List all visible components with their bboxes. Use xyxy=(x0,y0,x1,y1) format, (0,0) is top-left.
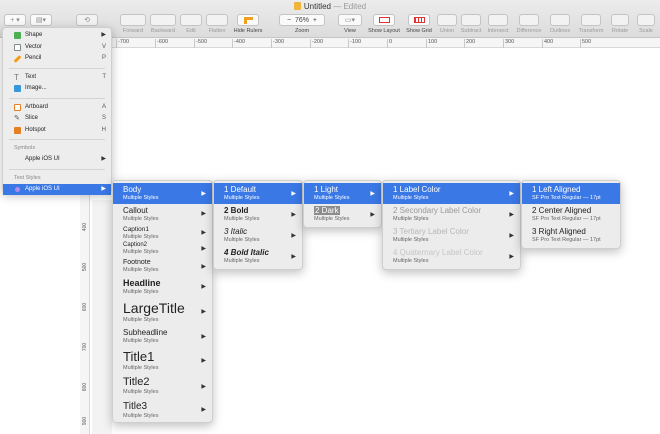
layer-button[interactable]: ▤▾ xyxy=(30,14,52,26)
menu-item-default[interactable]: 1 Default Multiple Styles ▶ xyxy=(214,183,302,204)
shape-icon xyxy=(14,32,21,39)
difference-button[interactable]: Difference xyxy=(514,14,544,34)
menu-separator xyxy=(9,168,105,170)
menu-item-shape[interactable]: Shape ▶ xyxy=(3,30,111,42)
backward-button[interactable]: Backward xyxy=(148,14,178,34)
menu-item-callout[interactable]: Callout Multiple Styles ▶ xyxy=(113,204,212,224)
symbols-header: Symbols xyxy=(14,145,36,151)
menu-item-symbols-apple-ios-ui[interactable]: Apple iOS UI ▶ xyxy=(3,154,111,166)
menu-item-quaternary-label-color[interactable]: 4 Quaternary Label Color Multiple Styles ▶ xyxy=(383,246,520,267)
menu-item-bold-italic[interactable]: 4 Bold Italic Multiple Styles ▶ xyxy=(214,246,302,267)
menu-item-italic[interactable]: 3 Italic Multiple Styles ▶ xyxy=(214,225,302,246)
menu-item-secondary-label-color[interactable]: 2 Secondary Label Color Multiple Styles ▶ xyxy=(383,204,520,225)
menu-item-footnote[interactable]: Footnote Multiple Styles ▶ xyxy=(113,257,212,276)
menu-item-hotspot[interactable]: Hotspot H xyxy=(3,125,111,137)
menu-separator xyxy=(9,97,105,99)
menu-item-light[interactable]: 1 Light Multiple Styles ▶ xyxy=(304,183,381,204)
edit-button[interactable]: Edit xyxy=(178,14,204,34)
outlines-button[interactable]: Outlines xyxy=(546,14,574,34)
insert-menu: Shape ▶ Vector V Pencil P T Text T Image... A… xyxy=(2,27,112,195)
horizontal-ruler[interactable]: -700 -600 -500 -400 -300 -200 -100 0 100… xyxy=(112,38,660,48)
menu-item-caption2[interactable]: Caption2 Multiple Styles ▶ xyxy=(113,241,212,257)
text-weight-menu: 1 Default Multiple Styles ▶ 2 Bold Multiple… xyxy=(213,180,303,270)
menu-item-headline[interactable]: Headline Multiple Styles ▶ xyxy=(113,276,212,298)
zoom-value: 76% xyxy=(294,17,309,24)
menu-item-pencil[interactable]: Pencil P xyxy=(3,53,111,65)
menu-item-body[interactable]: Body Multiple Styles ▶ xyxy=(113,183,212,204)
menu-item-artboard[interactable]: Artboard A xyxy=(3,102,111,114)
appearance-menu: 1 Light Multiple Styles ▶ 2 Dark Multiple S… xyxy=(303,180,382,228)
zoom-control[interactable]: − 76% + Zoom xyxy=(278,14,326,34)
plus-icon: + ▾ xyxy=(4,14,26,26)
slice-icon: ✎ xyxy=(14,115,20,122)
text-icon: T xyxy=(14,72,19,82)
alignment-menu: 1 Left Aligned SF Pro Text Regular — 17pt… xyxy=(521,180,621,249)
ruler-icon xyxy=(237,14,259,26)
subtract-button[interactable]: Subtract xyxy=(458,14,484,34)
flatten-button[interactable]: Flatten xyxy=(204,14,230,34)
menu-item-largetitle[interactable]: LargeTitle Multiple Styles ▶ xyxy=(113,298,212,326)
view-button[interactable]: ▭▾ View xyxy=(338,14,362,34)
pencil-icon xyxy=(13,55,22,63)
transform-button[interactable]: Transform xyxy=(576,14,606,34)
show-grid-button[interactable]: Show Grid xyxy=(404,14,434,34)
menu-item-label-color[interactable]: 1 Label Color Multiple Styles ▶ xyxy=(383,183,520,204)
image-icon xyxy=(14,85,21,92)
menu-item-center-aligned[interactable]: 2 Center Aligned SF Pro Text Regular — 17… xyxy=(522,204,620,225)
vertical-ruler[interactable]: 400 500 600 700 800 900 xyxy=(80,180,90,434)
menu-item-left-aligned[interactable]: 1 Left Aligned SF Pro Text Regular — 17pt xyxy=(522,183,620,204)
forward-button[interactable]: Forward xyxy=(118,14,148,34)
hide-rulers-button[interactable]: Hide Rulers xyxy=(230,14,266,34)
menu-separator xyxy=(9,67,105,69)
zoom-out-button[interactable]: − xyxy=(287,17,291,24)
menu-item-dark[interactable]: 2 Dark Multiple Styles ▶ xyxy=(304,204,381,225)
window-title: Untitled — Edited xyxy=(0,2,660,11)
menu-item-caption1[interactable]: Caption1 Multiple Styles ▶ xyxy=(113,224,212,241)
zoom-in-button[interactable]: + xyxy=(313,17,317,24)
text-styles-header: Text Styles xyxy=(14,174,41,181)
layers-icon: ▤▾ xyxy=(30,14,52,26)
menu-item-bold[interactable]: 2 Bold Multiple Styles ▶ xyxy=(214,204,302,225)
menu-item-text-styles-apple-ios-ui[interactable]: Apple iOS UI ▶ xyxy=(3,183,111,195)
rotate-button[interactable]: Rotate xyxy=(608,14,632,34)
artboard-icon xyxy=(14,103,21,111)
menu-item-slice[interactable]: ✎ Slice S xyxy=(3,113,111,125)
intersect-button[interactable]: Intersect xyxy=(484,14,512,34)
create-symbol-button[interactable]: ⟲ xyxy=(76,14,98,26)
label-color-menu: 1 Label Color Multiple Styles ▶ 2 Secondar… xyxy=(382,180,521,270)
insert-button[interactable]: + ▾ xyxy=(4,14,26,26)
layout-icon xyxy=(373,14,395,26)
menu-item-title3[interactable]: Title3 Multiple Styles ▶ xyxy=(113,399,212,420)
menu-separator xyxy=(9,139,105,140)
menu-item-title2[interactable]: Title2 Multiple Styles ▶ xyxy=(113,374,212,399)
view-icon: ▭▾ xyxy=(338,14,362,26)
menu-item-right-aligned[interactable]: 3 Right Aligned SF Pro Text Regular — 17p… xyxy=(522,225,620,246)
symbol-dot-icon xyxy=(15,186,20,192)
show-layout-button[interactable]: Show Layout xyxy=(366,14,402,34)
grid-icon xyxy=(408,14,430,26)
menu-item-vector[interactable]: Vector V xyxy=(3,42,111,54)
menu-item-tertiary-label-color[interactable]: 3 Tertiary Label Color Multiple Styles ▶ xyxy=(383,225,520,246)
menu-item-image[interactable]: Image... xyxy=(3,83,111,95)
symbol-icon: ⟲ xyxy=(76,14,98,26)
menu-item-title1[interactable]: Title1 Multiple Styles ▶ xyxy=(113,347,212,374)
document-icon xyxy=(293,2,301,10)
vector-icon xyxy=(14,43,21,51)
scale-button[interactable]: Scale xyxy=(634,14,658,34)
menu-item-subheadline[interactable]: Subheadline Multiple Styles ▶ xyxy=(113,326,212,347)
text-style-category-menu: Body Multiple Styles ▶ Callout Multiple Sty… xyxy=(112,180,213,423)
union-button[interactable]: Union xyxy=(436,14,458,34)
menu-item-text[interactable]: T Text T xyxy=(3,72,111,84)
hotspot-icon xyxy=(14,126,21,134)
layer-list-strip xyxy=(92,200,112,434)
